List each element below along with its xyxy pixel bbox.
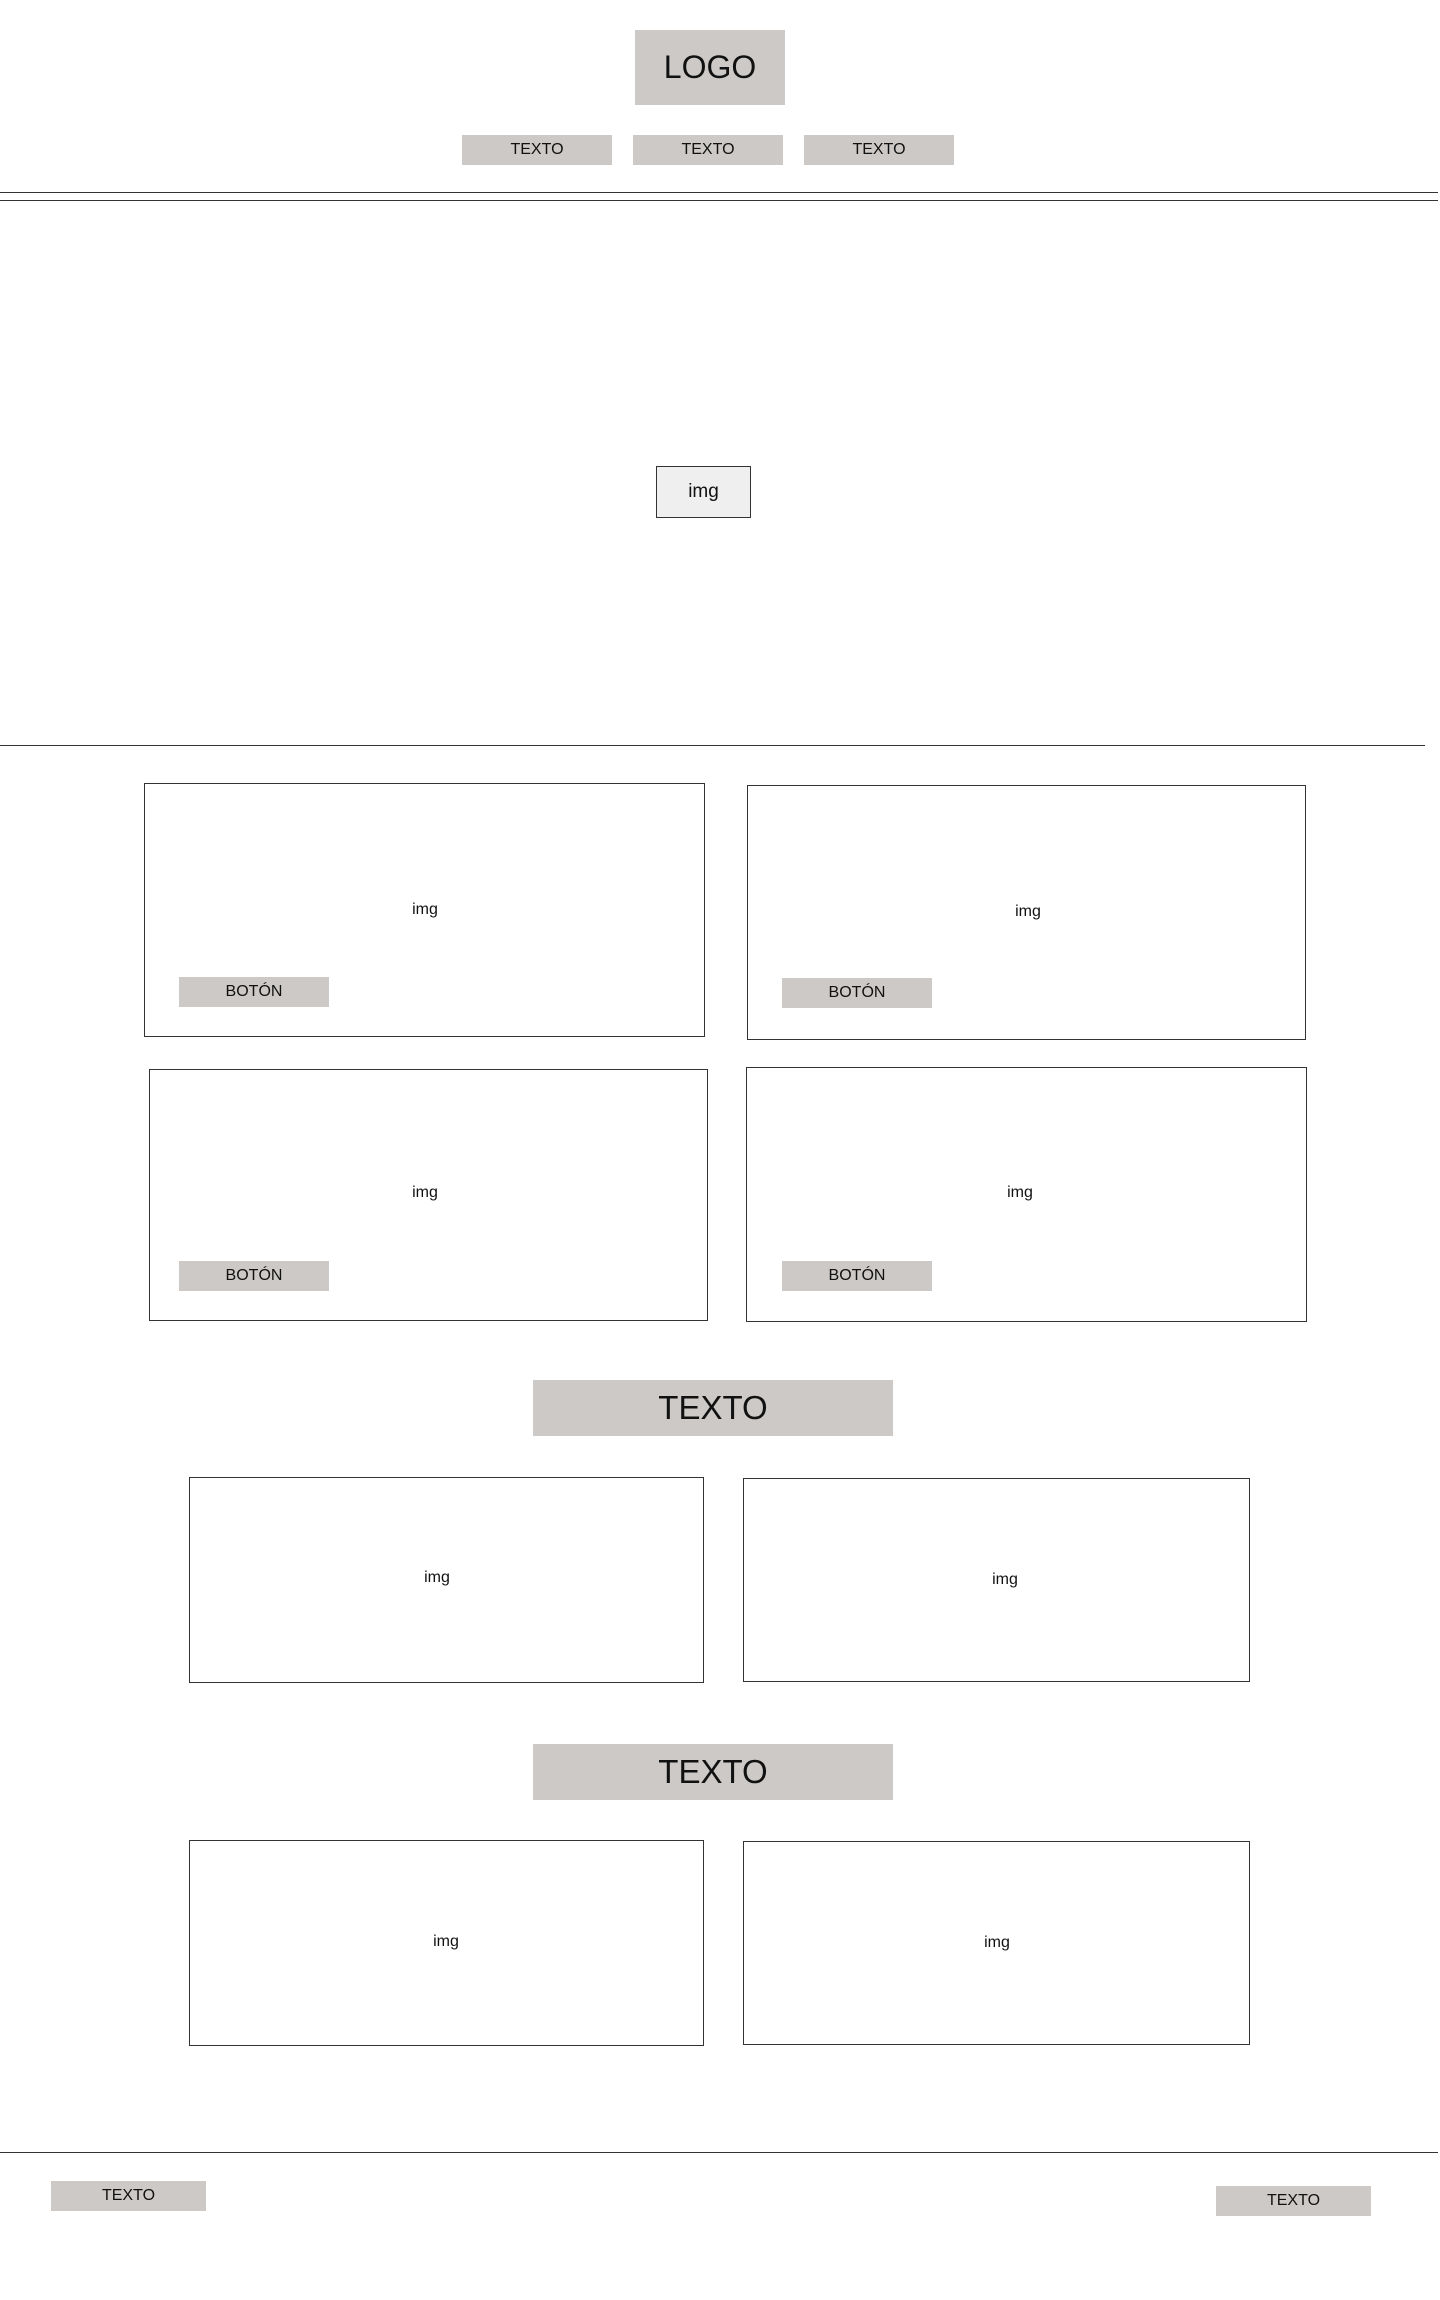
hero-divider xyxy=(0,745,1425,746)
header-divider-top xyxy=(0,192,1438,193)
card-button[interactable]: BOTÓN xyxy=(179,977,329,1007)
hero-image-placeholder: img xyxy=(656,466,751,518)
nav-item-1[interactable]: TEXTO xyxy=(462,135,612,165)
section-title: TEXTO xyxy=(533,1380,893,1436)
image-placeholder-label: img xyxy=(992,1571,1018,1588)
card-button[interactable]: BOTÓN xyxy=(782,978,932,1008)
section-image-placeholder: img xyxy=(743,1841,1250,2045)
image-placeholder-label: img xyxy=(433,1933,459,1950)
footer-link-left[interactable]: TEXTO xyxy=(51,2181,206,2211)
section-image-placeholder: img xyxy=(743,1478,1250,1682)
product-card: img BOTÓN xyxy=(144,783,705,1037)
card-button[interactable]: BOTÓN xyxy=(782,1261,932,1291)
card-button[interactable]: BOTÓN xyxy=(179,1261,329,1291)
logo[interactable]: LOGO xyxy=(635,30,785,105)
section-image-placeholder: img xyxy=(189,1477,704,1683)
card-image-placeholder: img xyxy=(1015,903,1041,920)
card-image-placeholder: img xyxy=(412,901,438,918)
card-image-placeholder: img xyxy=(412,1184,438,1201)
nav-item-3[interactable]: TEXTO xyxy=(804,135,954,165)
card-image-placeholder: img xyxy=(1007,1184,1033,1201)
footer-divider xyxy=(0,2152,1438,2153)
product-card: img BOTÓN xyxy=(746,1067,1307,1322)
image-placeholder-label: img xyxy=(424,1569,450,1586)
section-image-placeholder: img xyxy=(189,1840,704,2046)
header-divider-bottom xyxy=(0,200,1438,201)
product-card: img BOTÓN xyxy=(149,1069,708,1321)
nav-item-2[interactable]: TEXTO xyxy=(633,135,783,165)
section-title: TEXTO xyxy=(533,1744,893,1800)
footer-link-right[interactable]: TEXTO xyxy=(1216,2186,1371,2216)
product-card: img BOTÓN xyxy=(747,785,1306,1040)
image-placeholder-label: img xyxy=(984,1934,1010,1951)
